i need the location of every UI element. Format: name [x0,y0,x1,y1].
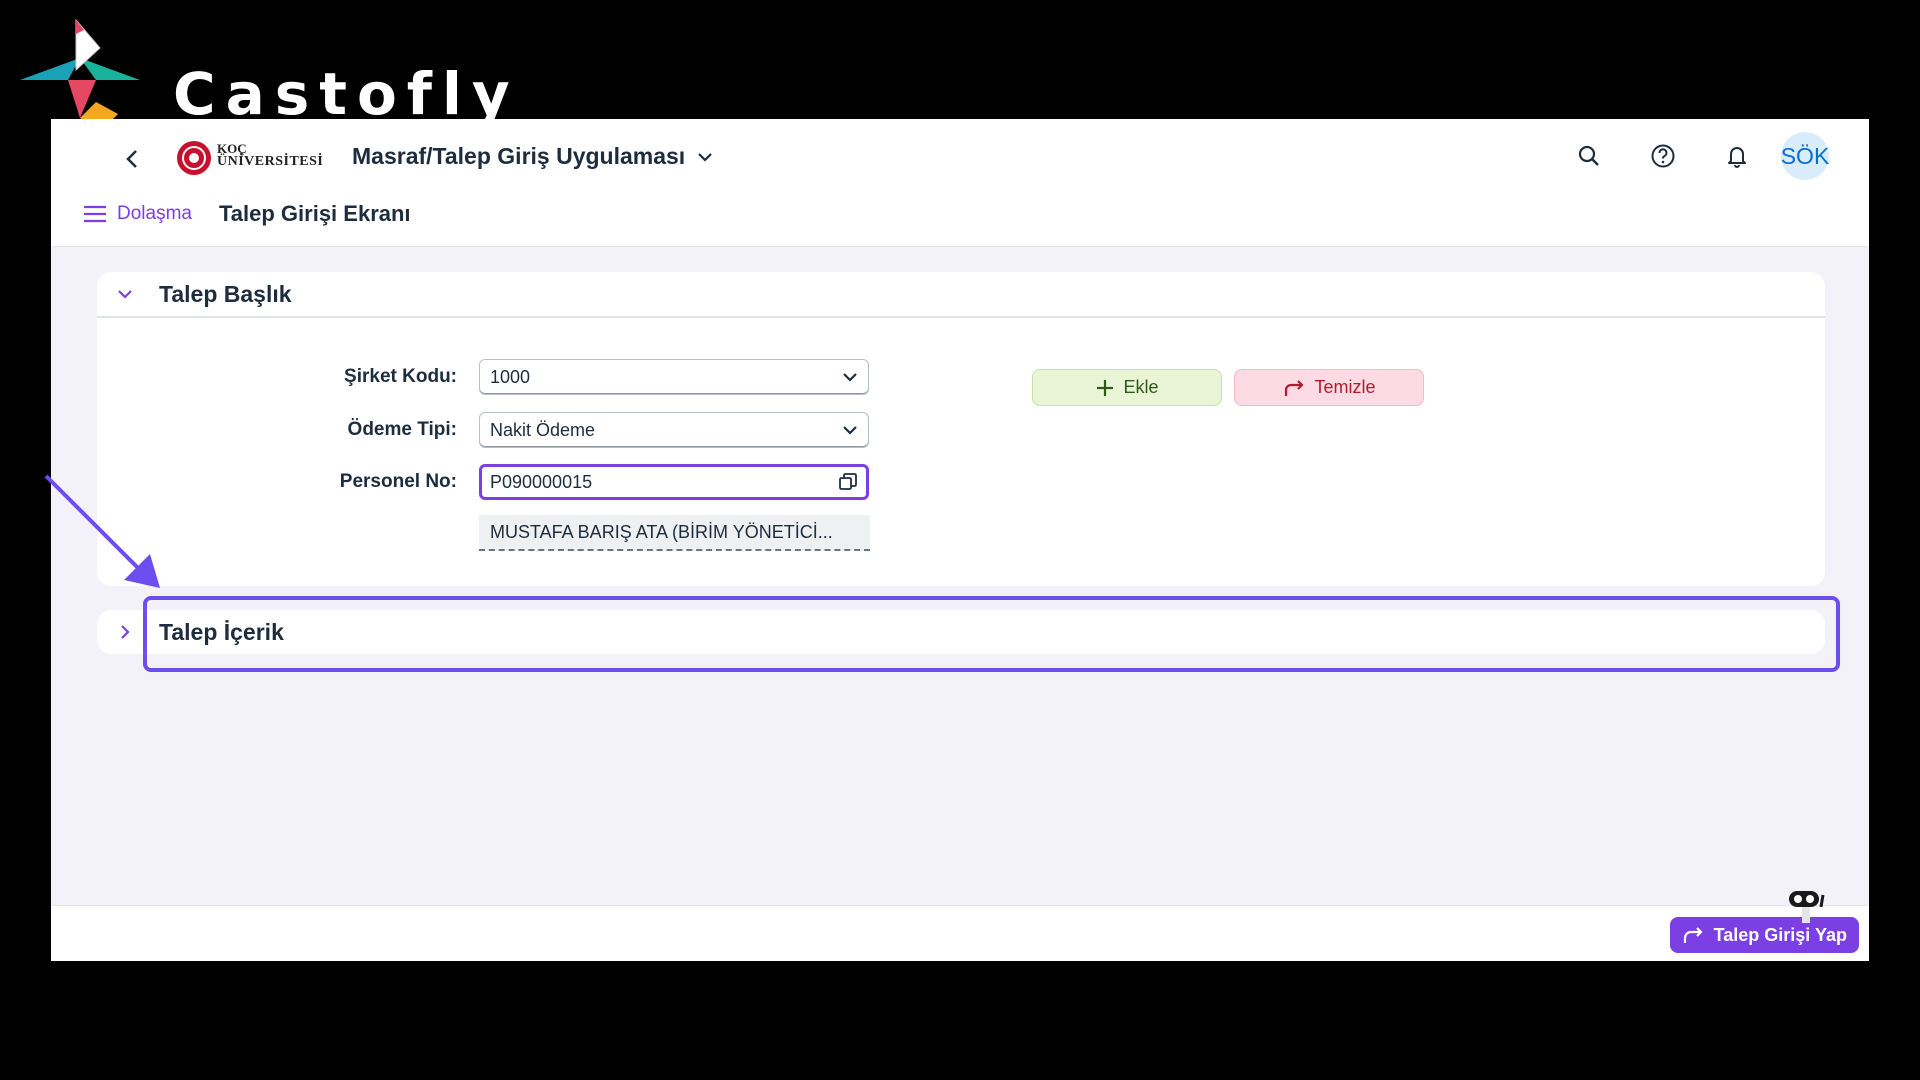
search-icon [1578,145,1599,166]
shell-actions: SÖK [1539,132,1829,180]
search-button[interactable] [1565,132,1613,180]
notifications-button[interactable] [1713,132,1761,180]
submit-request-button[interactable]: Talep Girişi Yap [1669,917,1859,953]
redo-icon [1285,379,1305,396]
org-logo-line2: ÜNİVERSİTESİ [217,154,324,169]
personnel-no-label: Personel No: [339,471,457,492]
add-button[interactable]: Ekle [1032,369,1222,406]
request-header-title: Talep Başlık [159,280,292,307]
castofly-brand: Castofly [18,18,510,128]
payment-type-label: Ödeme Tipi: [347,419,457,440]
chevron-down-icon [843,373,857,382]
robot-icon [1789,891,1825,923]
navigation-button[interactable]: Dolaşma [83,203,192,225]
payment-type-select[interactable]: Nakit Ödeme [479,412,869,448]
org-logo[interactable]: KOÇ ÜNİVERSİTESİ [175,137,324,179]
sub-header: Dolaşma Talep Girişi Ekranı [83,201,411,227]
app-title-menu[interactable]: Masraf/Talep Giriş Uygulaması [352,143,713,170]
footer-bar: Talep Girişi Yap [51,905,1869,961]
value-help-icon[interactable] [838,472,858,492]
chevron-down-icon [843,426,857,435]
payment-type-row: Ödeme Tipi: Nakit Ödeme [239,412,869,448]
app-title: Masraf/Talep Giriş Uygulaması [352,143,686,169]
help-button[interactable] [1639,132,1687,180]
request-header-panel-toggle[interactable]: Talep Başlık [97,272,1825,318]
annotation-arrow-icon [44,474,160,588]
clear-button-label: Temizle [1314,377,1376,397]
back-button[interactable] [117,141,147,177]
company-code-label: Şirket Kodu: [344,366,457,387]
user-avatar[interactable]: SÖK [1781,132,1829,180]
chevron-down-icon [698,152,712,162]
personnel-description: MUSTAFA BARIŞ ATA (BİRİM YÖNETİCİ... [479,515,870,551]
clear-button[interactable]: Temizle [1234,369,1424,406]
castofly-logo-icon [20,18,140,128]
annotation-highlight-box [143,596,1840,672]
plus-icon [1097,379,1114,396]
menu-icon [84,205,106,223]
share-arrow-icon [1683,927,1703,943]
chevron-down-icon [118,290,132,299]
koc-university-emblem-icon [177,141,211,175]
chevron-right-icon [121,625,130,639]
brand-name: Castofly [173,60,520,128]
bell-icon [1728,147,1746,168]
help-icon [1651,144,1675,168]
personnel-no-input[interactable]: P090000015 [479,464,869,500]
navigation-label: Dolaşma [117,203,192,224]
personnel-no-row: Personel No: P090000015 [239,464,869,500]
company-code-row: Şirket Kodu: 1000 [239,359,869,395]
add-button-label: Ekle [1123,377,1159,397]
chevron-left-icon [126,150,137,168]
shell-bar: KOÇ ÜNİVERSİTESİ Masraf/Talep Giriş Uygu… [51,119,1869,247]
personnel-no-value: P090000015 [490,471,593,492]
payment-type-value: Nakit Ödeme [490,419,596,440]
request-header-panel: Talep Başlık Şirket Kodu: 1000 Ödeme Tip… [97,272,1825,586]
submit-request-label: Talep Girişi Yap [1713,924,1847,945]
app-window: KOÇ ÜNİVERSİTESİ Masraf/Talep Giriş Uygu… [51,119,1869,961]
company-code-select[interactable]: 1000 [479,359,869,395]
page-title: Talep Girişi Ekranı [218,201,411,226]
company-code-value: 1000 [490,366,531,387]
